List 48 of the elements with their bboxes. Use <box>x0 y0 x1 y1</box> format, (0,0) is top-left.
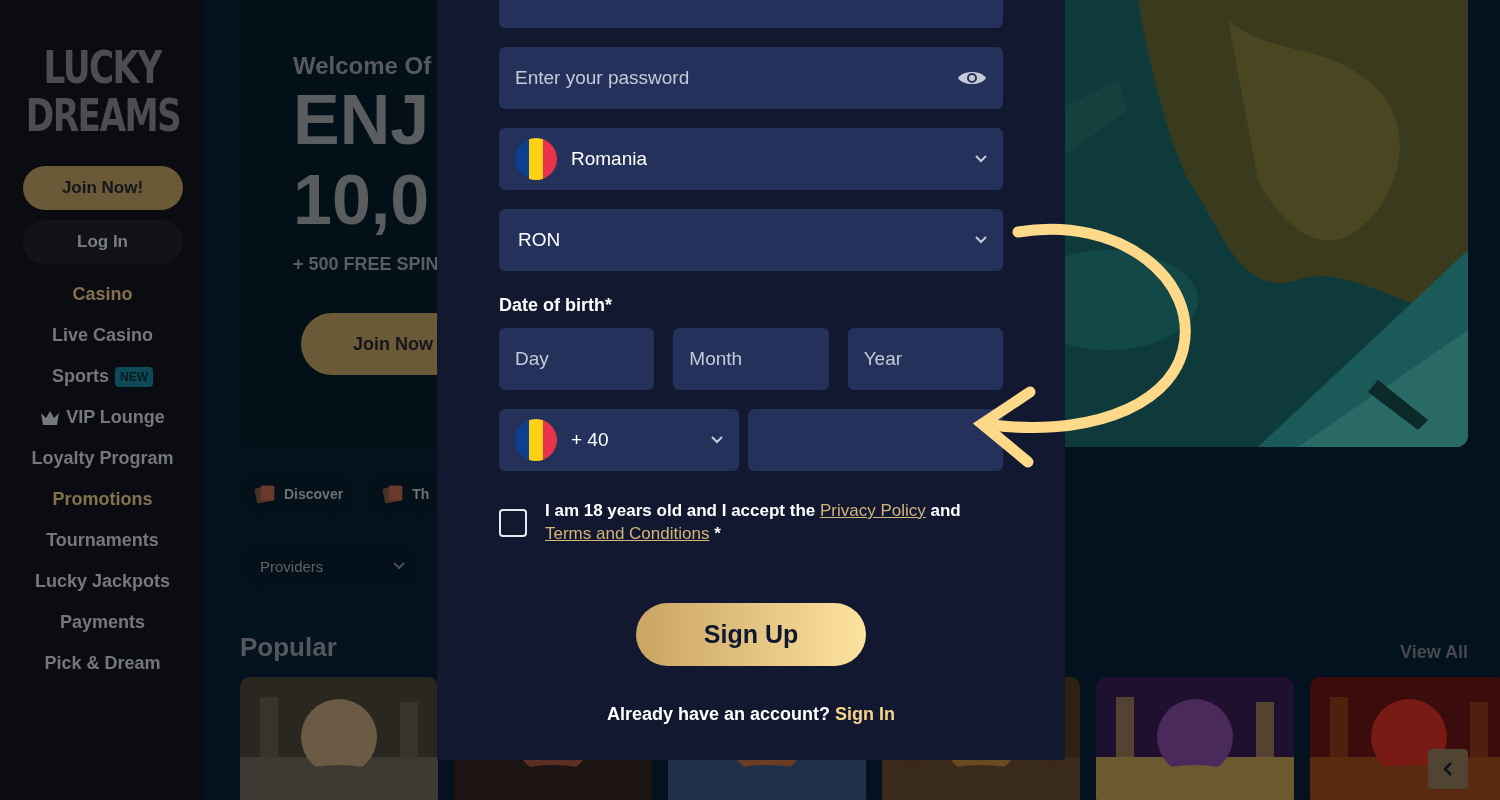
nav-link[interactable]: Tournaments <box>46 530 159 551</box>
nav-link[interactable]: Promotions <box>52 489 153 510</box>
cards-icon <box>382 483 405 505</box>
nav-link[interactable]: Casino <box>72 284 133 305</box>
phone-field[interactable] <box>748 409 1003 471</box>
nav-link[interactable]: Sports <box>52 366 109 387</box>
section-title: Popular <box>240 632 337 663</box>
hero-headline: ENJ <box>293 80 430 160</box>
hero-headline: 10,0 <box>293 160 430 240</box>
flag-icon <box>515 419 557 461</box>
date-field[interactable]: Day <box>499 328 655 390</box>
nav-link[interactable]: Pick & Dream <box>44 653 161 674</box>
flag-icon <box>515 138 557 180</box>
cards-icon <box>254 483 276 505</box>
country-select[interactable]: Romania <box>499 128 1003 190</box>
sign-in-prompt: Already have an account? Sign In <box>606 704 896 725</box>
providers-dropdown[interactable]: Providers <box>240 542 421 590</box>
phone-code-select[interactable]: + 40 <box>499 409 739 471</box>
chevron-down-icon <box>975 236 987 244</box>
chevron-left-icon <box>1443 761 1453 777</box>
nav-link[interactable]: Loyalty Program <box>31 448 174 469</box>
join-button[interactable]: Join Now! <box>22 166 183 210</box>
logo-text: LUCKY <box>43 44 162 92</box>
logo-text: DREAMS <box>25 92 180 140</box>
nav-link[interactable]: Lucky Jackpots <box>34 571 171 592</box>
privacy-policy-link[interactable]: Privacy Policy <box>819 501 926 520</box>
consent-checkbox[interactable] <box>499 509 527 537</box>
nav-link[interactable]: VIP Lounge <box>66 407 165 428</box>
terms-link[interactable]: Terms and Conditions <box>545 524 710 543</box>
nav-link[interactable]: Payments <box>59 612 145 633</box>
hero-welcome: Welcome Of <box>293 52 432 80</box>
crown-icon <box>40 409 61 426</box>
date-of-birth-label: Date of birth* <box>499 295 613 316</box>
chevron-down-icon <box>711 436 723 444</box>
chevron-down-icon <box>975 155 987 163</box>
consent-text: I am 18 years old and I accept the Privacy Policy and Terms and Conditions * <box>545 500 962 545</box>
currency-select[interactable]: RON <box>499 209 1003 271</box>
date-field[interactable]: Year <box>847 328 1003 390</box>
date-field[interactable]: Month <box>673 328 829 390</box>
scroll-left-button[interactable] <box>1428 749 1468 789</box>
hero-subline: + 500 FREE SPIN <box>293 254 439 275</box>
category-chip[interactable]: Discover <box>240 470 356 518</box>
login-button[interactable]: Log In <box>22 220 183 264</box>
chevron-down-icon <box>393 562 405 570</box>
sign-up-button[interactable]: Sign Up <box>636 603 866 666</box>
sign-in-link[interactable]: Sign In <box>835 704 896 724</box>
nav-link[interactable]: Live Casino <box>52 325 153 346</box>
password-field[interactable]: Enter your password <box>499 47 1003 109</box>
